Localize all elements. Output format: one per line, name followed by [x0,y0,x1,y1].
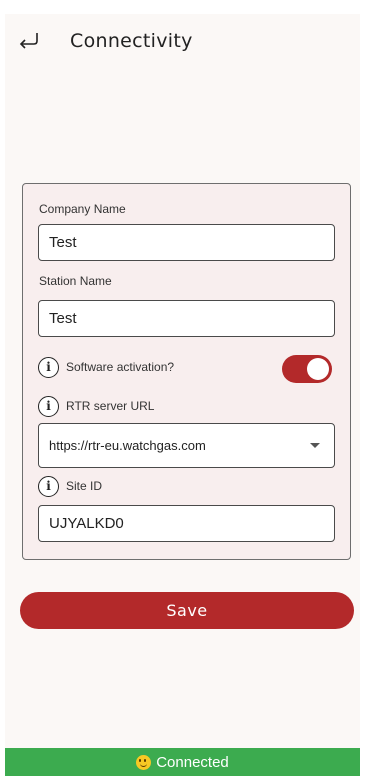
info-icon[interactable]: i [38,356,59,378]
company-name-label: Company Name [39,202,126,216]
software-activation-toggle[interactable] [282,355,332,383]
connectivity-screen: Connectivity Company Name Test Station N… [0,0,365,776]
toggle-knob [307,358,329,380]
back-button[interactable] [15,28,43,54]
back-arrow-icon [19,33,38,49]
info-icon[interactable]: i [38,395,59,417]
rtr-server-label: RTR server URL [66,399,155,413]
rtr-server-value: https://rtr-eu.watchgas.com [49,438,206,453]
rtr-server-row: i RTR server URL [38,395,154,417]
info-icon[interactable]: i [38,475,59,497]
rtr-server-select[interactable]: https://rtr-eu.watchgas.com [38,423,335,468]
smiley-icon [136,754,152,770]
station-name-label: Station Name [39,274,112,288]
page-title: Connectivity [70,30,193,52]
station-name-input[interactable]: Test [38,300,335,337]
software-activation-row: i Software activation? [38,356,174,378]
company-name-input[interactable]: Test [38,224,335,261]
chevron-down-icon [310,443,320,448]
top-bar: Connectivity [5,14,360,70]
software-activation-label: Software activation? [66,360,175,374]
connection-status-text: Connected [156,753,229,771]
site-id-label: Site ID [66,479,103,493]
save-button[interactable]: Save [20,592,354,629]
connection-status-bar: Connected [5,748,360,776]
site-id-input[interactable]: UJYALKD0 [38,505,335,542]
connectivity-form-panel: Company Name Test Station Name Test i So… [22,183,351,560]
site-id-row: i Site ID [38,475,102,497]
